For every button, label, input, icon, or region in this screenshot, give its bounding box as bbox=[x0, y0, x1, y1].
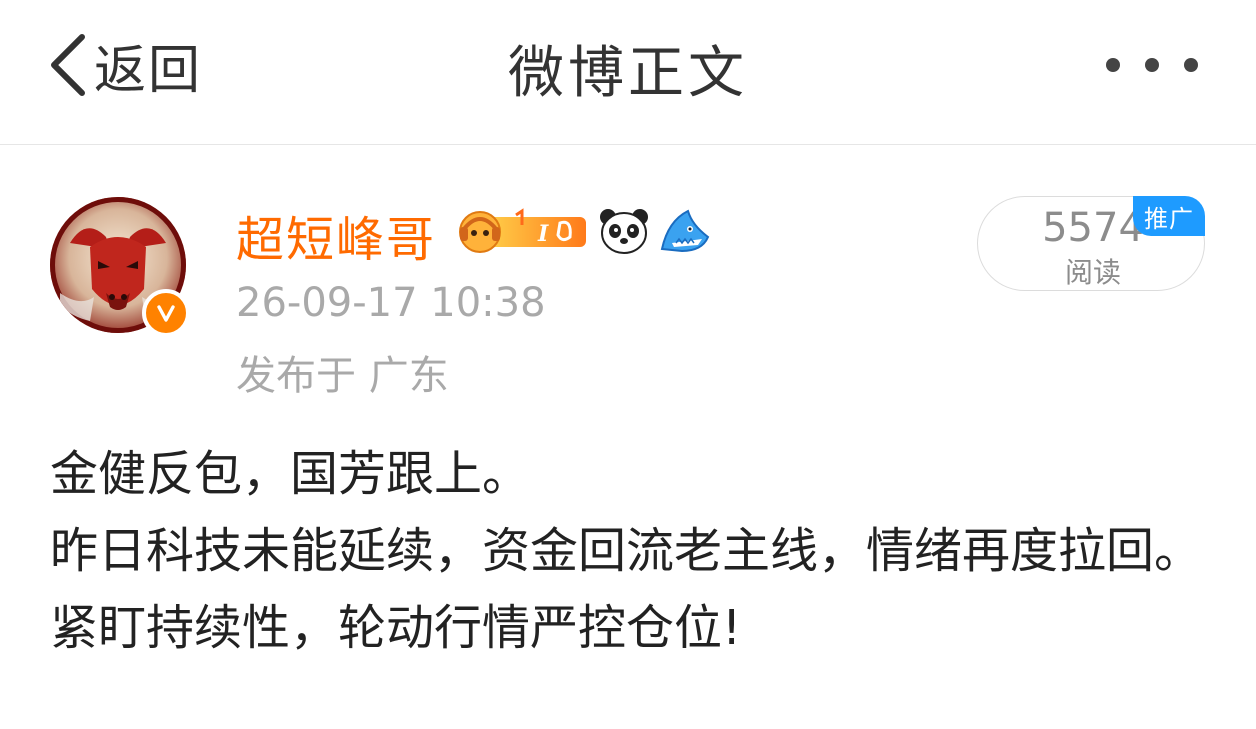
post-text-line: 昨日科技未能延续，资金回流老主线，情绪再度拉回。 bbox=[50, 523, 1203, 579]
more-dots-icon bbox=[1106, 58, 1120, 72]
shark-icon bbox=[660, 209, 710, 253]
more-button[interactable] bbox=[1106, 50, 1198, 80]
read-label: 阅读 bbox=[1064, 256, 1121, 289]
more-dots-icon bbox=[1145, 58, 1159, 72]
author-name[interactable]: 超短峰哥 bbox=[236, 200, 436, 270]
post-content: 金健反包，国芳跟上。 昨日科技未能延续，资金回流老主线，情绪再度拉回。 紧盯持续… bbox=[50, 436, 1210, 667]
author-avatar[interactable] bbox=[50, 197, 190, 337]
svg-text:I: I bbox=[537, 221, 549, 247]
promo-badge[interactable]: 推广 bbox=[1133, 196, 1205, 236]
post-text-line: 紧盯持续性，轮动行情严控仓位! bbox=[50, 600, 742, 656]
more-dots-icon bbox=[1184, 58, 1198, 72]
user-badges: I bbox=[456, 205, 712, 257]
page-title: 微博正文 bbox=[508, 41, 748, 106]
weibo-post-page: 返回 微博正文 超短峰哥 I 26-09-17 10:38 发布于 广东 557… bbox=[0, 0, 1256, 729]
post-location: 发布于 广东 bbox=[236, 353, 449, 399]
post-text-line: 金健反包，国芳跟上。 bbox=[50, 446, 531, 502]
panda-icon bbox=[600, 209, 648, 254]
verified-v-icon bbox=[142, 289, 190, 337]
top-nav-bar: 返回 微博正文 bbox=[0, 0, 1256, 145]
music-badge-icon[interactable]: I bbox=[456, 207, 590, 255]
post-timestamp: 26-09-17 10:38 bbox=[236, 280, 546, 326]
